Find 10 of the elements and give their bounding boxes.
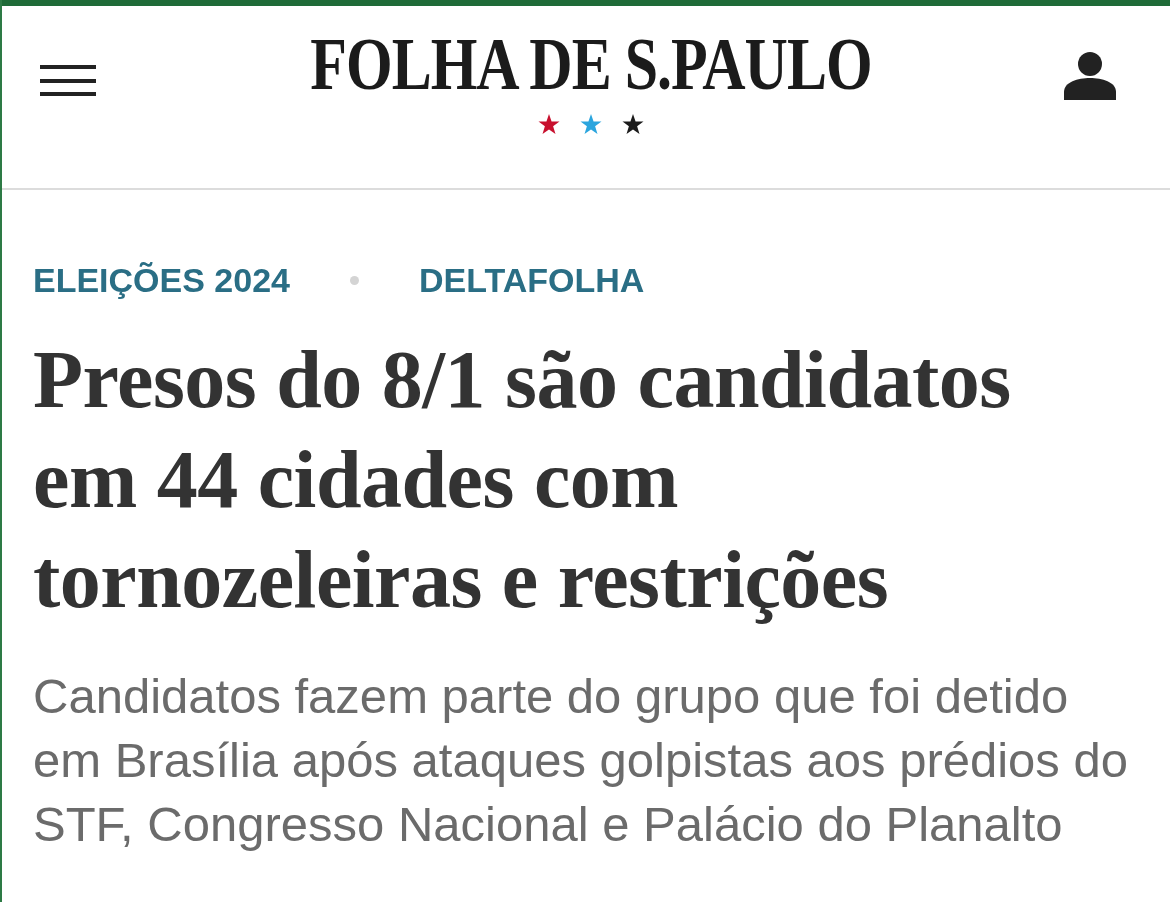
section-link[interactable]: ELEIÇÕES 2024 [33, 260, 290, 300]
menu-icon[interactable] [40, 65, 96, 96]
section-link[interactable]: DELTAFOLHA [419, 260, 645, 300]
star-icon [580, 114, 602, 135]
star-icon [538, 114, 560, 135]
site-logo[interactable]: FOLHA DE S.PAULO [310, 26, 872, 102]
article-headline: Presos do 8/1 são candidatos em 44 cidades com tornozeleiras e restrições [33, 333, 1012, 627]
user-icon[interactable] [1064, 52, 1116, 100]
article-subheadline: Candidatos fazem parte do grupo que foi detido em Brasília após ataques golpistas aos prédios do STF, Congresso Nacional e Palácio do Planalto [33, 668, 1129, 853]
star-icon [622, 114, 644, 135]
